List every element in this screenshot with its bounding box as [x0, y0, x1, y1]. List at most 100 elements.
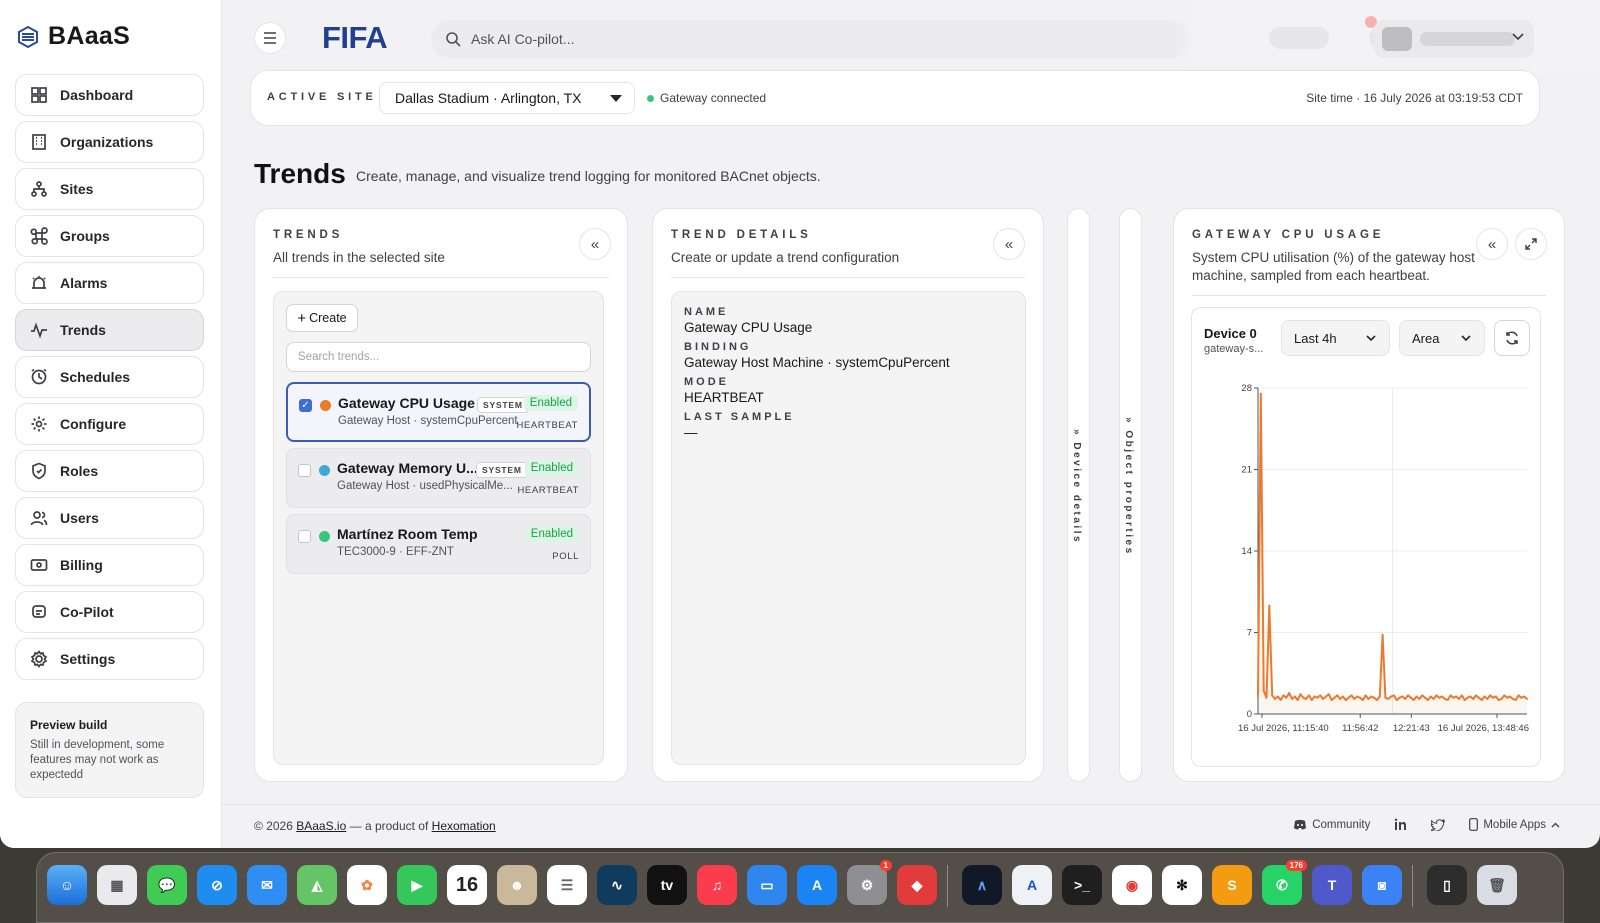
chevron-down-icon[interactable] — [1512, 33, 1524, 41]
music-icon[interactable]: ♫ — [697, 865, 737, 905]
app-store-icon[interactable]: A — [797, 865, 837, 905]
data-point — [1412, 699, 1415, 702]
menu-button[interactable] — [254, 22, 286, 54]
trend-checkbox[interactable]: ✓ — [299, 399, 312, 412]
mobile-apps-link[interactable]: Mobile Apps — [1469, 818, 1560, 831]
search-trends-input[interactable]: Search trends... — [286, 342, 591, 372]
refresh-button[interactable] — [1494, 320, 1530, 356]
sidebar-item-roles[interactable]: Roles — [15, 450, 204, 492]
community-link[interactable]: Community — [1293, 819, 1370, 831]
terminal-icon[interactable]: >_ — [1062, 865, 1102, 905]
collapse-trends-button[interactable]: « — [579, 228, 611, 260]
data-point — [1285, 696, 1288, 699]
keynote-icon[interactable]: ▭ — [747, 865, 787, 905]
freeform-icon[interactable]: ∿ — [597, 865, 637, 905]
collapse-details-button[interactable]: « — [993, 228, 1025, 260]
sidebar-item-dashboard[interactable]: Dashboard — [15, 74, 204, 116]
time-range-select[interactable]: Last 4h — [1281, 320, 1390, 356]
object-properties-text: Object properties — [1123, 430, 1134, 556]
sidebar-item-billing[interactable]: Billing — [15, 544, 204, 586]
trend-row[interactable]: Martínez Room Temp Enabled TEC3000-9 · EFF… — [286, 514, 591, 574]
trend-checkbox[interactable] — [298, 464, 311, 477]
y-tick-label: 7 — [1247, 628, 1252, 639]
maps-icon[interactable]: ◭ — [297, 865, 337, 905]
collapse-cpu-button[interactable]: « — [1476, 228, 1508, 260]
calendar-icon[interactable]: 16 — [447, 865, 487, 905]
data-point — [1398, 696, 1401, 699]
sidebar-item-sites[interactable]: Sites — [15, 168, 204, 210]
site-time: Site time · 16 July 2026 at 03:19:53 CDT — [1306, 91, 1523, 105]
xcode-tools-icon[interactable]: A — [1012, 865, 1052, 905]
trend-row[interactable]: Gateway Memory U... SYSTEM Enabled Gateway … — [286, 448, 591, 508]
sidebar-item-label: Schedules — [60, 369, 131, 385]
chrome-icon[interactable]: ◉ — [1112, 865, 1152, 905]
mail-icon[interactable]: ✉ — [247, 865, 287, 905]
data-point — [1259, 392, 1262, 395]
twitter-icon[interactable] — [1431, 818, 1446, 831]
data-point — [1477, 696, 1480, 699]
data-point — [1373, 696, 1376, 699]
y-tick-label: 14 — [1241, 546, 1252, 557]
arc-browser-icon[interactable]: ∧ — [962, 865, 1002, 905]
data-point — [1463, 699, 1466, 702]
whatsapp-icon[interactable]: ✆ 176 — [1262, 860, 1307, 905]
brand[interactable]: BAaaS — [16, 22, 130, 51]
sublime-icon[interactable]: S — [1212, 865, 1252, 905]
footer: © 2026 BAaaS.io — a product of Hexomatio… — [222, 804, 1600, 848]
teams-icon[interactable]: T — [1312, 865, 1352, 905]
sidebar-item-label: Organizations — [60, 134, 154, 150]
contacts-icon[interactable]: ☻ — [497, 865, 537, 905]
caret-down-icon — [610, 95, 622, 102]
sidebar-item-co-pilot[interactable]: Co-Pilot — [15, 591, 204, 633]
sidebar-item-alarms[interactable]: Alarms — [15, 262, 204, 304]
finder-icon[interactable]: ☺ — [47, 865, 87, 905]
facetime-icon[interactable]: ▶ — [397, 865, 437, 905]
assistant-app-icon[interactable]: ◙ — [1362, 865, 1402, 905]
data-point — [1483, 695, 1486, 698]
sidebar-item-users[interactable]: Users — [15, 497, 204, 539]
blurred-button[interactable] — [1269, 27, 1329, 49]
data-point — [1288, 692, 1291, 695]
sidebar-item-label: Dashboard — [60, 87, 134, 103]
baaas-link[interactable]: BAaaS.io — [296, 819, 346, 833]
sidebar: BAaaS Dashboard Organizations Sites Groups A… — [0, 0, 222, 848]
site-select[interactable]: Dallas Stadium · Arlington, TX — [379, 82, 635, 114]
footer-copyright: © 2026 BAaaS.io — a product of Hexomatio… — [254, 819, 496, 833]
data-point — [1316, 696, 1319, 699]
messages-icon[interactable]: 💬 — [147, 865, 187, 905]
downloads-stack-icon[interactable]: ▯ — [1427, 865, 1467, 905]
safari-icon[interactable]: ⊘ — [197, 865, 237, 905]
device-details-tab[interactable]: » Device details — [1067, 208, 1090, 782]
data-point — [1460, 694, 1463, 697]
launchpad-icon[interactable]: ▦ — [97, 865, 137, 905]
data-point — [1319, 694, 1322, 697]
chart-type-select[interactable]: Area — [1399, 320, 1485, 356]
sidebar-item-schedules[interactable]: Schedules — [15, 356, 204, 398]
hexomation-link[interactable]: Hexomation — [432, 819, 496, 833]
sidebar-item-settings[interactable]: Settings — [15, 638, 204, 680]
apple-tv-icon[interactable]: tv — [647, 865, 687, 905]
data-point — [1271, 694, 1274, 697]
field-value-mode: HEARTBEAT — [684, 390, 764, 405]
field-label-last-sample: LAST SAMPLE — [684, 411, 795, 423]
linkedin-icon[interactable] — [1394, 818, 1407, 831]
create-trend-button[interactable]: + Create — [286, 304, 358, 332]
trend-row[interactable]: ✓ Gateway CPU Usage SYSTEM Enabled Gateway H… — [286, 382, 591, 442]
trend-checkbox[interactable] — [298, 530, 311, 543]
data-point — [1262, 689, 1265, 692]
sidebar-item-organizations[interactable]: Organizations — [15, 121, 204, 163]
expand-button[interactable] — [1515, 228, 1547, 260]
sidebar-item-configure[interactable]: Configure — [15, 403, 204, 445]
x-tick-label: 16 Jul 2026, 13:48:46 — [1438, 723, 1529, 734]
sidebar-item-groups[interactable]: Groups — [15, 215, 204, 257]
red-app-icon[interactable]: ◆ — [897, 865, 937, 905]
copilot-search-input[interactable]: Ask AI Co-pilot... — [431, 20, 1191, 58]
object-properties-tab[interactable]: » Object properties — [1119, 208, 1142, 782]
photos-icon[interactable]: ✿ — [347, 865, 387, 905]
openai-icon[interactable]: ✻ — [1162, 865, 1202, 905]
user-menu[interactable] — [1374, 20, 1534, 58]
reminders-icon[interactable]: ☰ — [547, 865, 587, 905]
sidebar-item-trends[interactable]: Trends — [15, 309, 204, 351]
system-settings-icon[interactable]: ⚙ 1 — [847, 860, 892, 905]
trash-icon[interactable]: 🗑 — [1477, 865, 1517, 905]
